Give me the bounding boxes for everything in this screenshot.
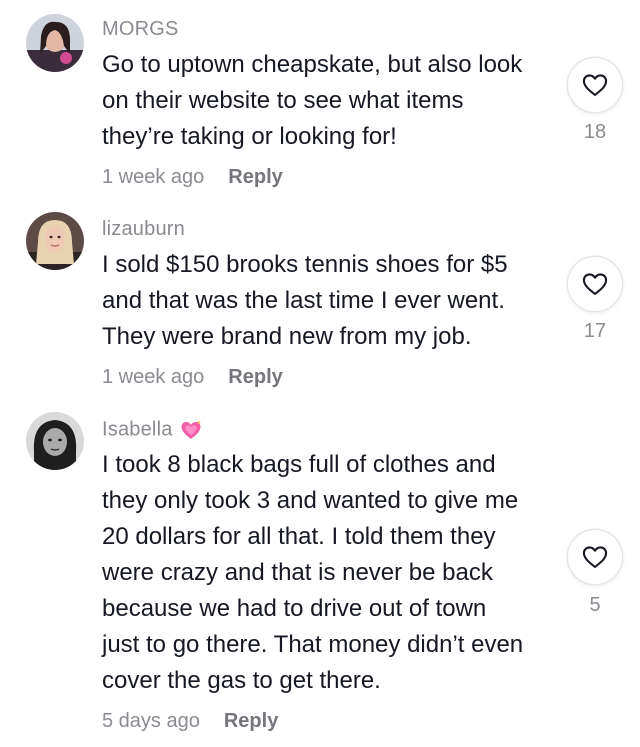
avatar[interactable]	[26, 14, 84, 72]
reply-button[interactable]: Reply	[228, 366, 282, 388]
comment-text-line: Go to uptown cheapskate, but also look	[102, 51, 523, 78]
comment-text-line: were crazy and that is never be back	[102, 559, 493, 586]
comment-meta: 1 week ago Reply	[102, 366, 283, 389]
heart-outline-icon	[582, 74, 608, 96]
comment-meta: 5 days ago Reply	[102, 710, 278, 733]
comment-username[interactable]: lizauburn	[102, 218, 185, 241]
avatar-image	[26, 412, 84, 470]
avatar[interactable]	[26, 412, 84, 470]
comment-text-line: I took 8 black bags full of clothes and	[102, 451, 496, 478]
comment-text-line: They were brand new from my job.	[102, 323, 472, 350]
comment-time: 5 days ago	[102, 710, 200, 732]
like-button[interactable]	[568, 530, 622, 584]
comment-text: I took 8 black bags full of clothes and …	[102, 447, 562, 699]
comment-text-line: on their website to see what items	[102, 87, 464, 114]
like-count: 5	[589, 594, 601, 616]
comment-text: I sold $150 brooks tennis shoes for $5 a…	[102, 247, 562, 355]
heart-outline-icon	[582, 546, 608, 568]
comment-time: 1 week ago	[102, 366, 205, 388]
comment-text-line: and that was the last time I ever went.	[102, 287, 505, 314]
like-count: 17	[583, 320, 607, 342]
reply-button[interactable]: Reply	[224, 710, 278, 732]
avatar-image	[26, 14, 84, 72]
avatar[interactable]	[26, 212, 84, 270]
comment-username[interactable]: Isabella	[102, 418, 203, 442]
comment-text-line: because we had to drive out of town	[102, 595, 487, 622]
sparkling-heart-icon	[181, 420, 201, 439]
comment-text-line: I sold $150 brooks tennis shoes for $5	[102, 251, 508, 278]
reply-button[interactable]: Reply	[228, 166, 282, 188]
comment-text-line: cover the gas to get there.	[102, 667, 381, 694]
comment-text-line: they’re taking or looking for!	[102, 123, 397, 150]
heart-outline-icon	[582, 273, 608, 295]
comment-text: Go to uptown cheapskate, but also look o…	[102, 47, 562, 155]
comment-text-line: just to go there. That money didn’t even	[102, 631, 524, 658]
like-count: 18	[583, 121, 607, 143]
avatar-image	[26, 212, 84, 270]
like-button[interactable]	[568, 257, 622, 311]
comment-username-text: Isabella	[102, 418, 173, 441]
comment-meta: 1 week ago Reply	[102, 166, 283, 189]
comment-time: 1 week ago	[102, 166, 205, 188]
comment-username[interactable]: MORGS	[102, 18, 179, 41]
comment-text-line: they only took 3 and wanted to give me	[102, 487, 519, 514]
comment-text-line: 20 dollars for all that. I told them the…	[102, 523, 496, 550]
like-button[interactable]	[568, 58, 622, 112]
